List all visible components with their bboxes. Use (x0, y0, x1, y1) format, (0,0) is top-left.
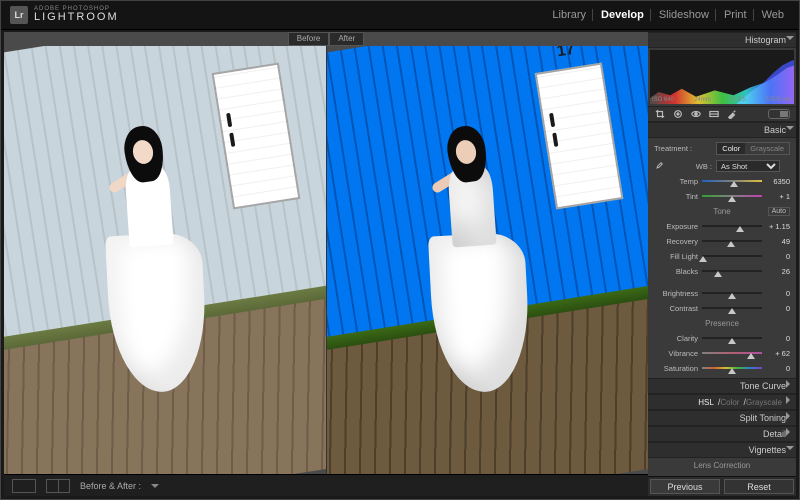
app-header: Lr ADOBE PHOTOSHOP LIGHTROOM Library Dev… (0, 0, 800, 30)
bottom-toolbar: Before & After : (4, 474, 648, 496)
grad-filter-icon[interactable] (708, 108, 720, 120)
canvas-area: Before After (4, 32, 648, 496)
detail-header[interactable]: Detail (648, 426, 796, 442)
tint-slider[interactable] (702, 192, 762, 200)
previous-button[interactable]: Previous (650, 479, 720, 494)
saturation-label: Saturation (654, 364, 698, 373)
module-slideshow[interactable]: Slideshow (653, 9, 716, 21)
redeye-tool-icon[interactable] (690, 108, 702, 120)
vibrance-label: Vibrance (654, 349, 698, 358)
module-library[interactable]: Library (546, 9, 593, 21)
histogram[interactable]: ISO 640 24mm f / 3.5 1/500 sec (650, 50, 794, 104)
chevron-down-icon (786, 36, 794, 44)
vignettes-header[interactable]: Vignettes (648, 442, 796, 458)
hsl-header[interactable]: HSL/Color/Grayscale (648, 394, 796, 410)
develop-right-panel: Histogram ISO 640 24mm f / 3.5 1/500 sec (648, 32, 796, 496)
chevron-down-icon (786, 446, 794, 454)
tint-value: + 1 (766, 192, 790, 201)
vignettes-panel: Lens Correction Amount- 29 Midpoint50 (648, 458, 796, 476)
basic-panel: Treatment : Color Grayscale WB : As Shot… (648, 138, 796, 378)
compare-view-button[interactable] (46, 479, 70, 493)
histogram-shutter: 1/500 sec (766, 97, 792, 103)
wb-preset-select[interactable]: As Shot (716, 160, 780, 172)
wb-eyedropper-icon[interactable] (654, 161, 664, 171)
blacks-label: Blacks (654, 267, 698, 276)
vibrance-slider[interactable] (702, 349, 762, 357)
tint-label: Tint (654, 192, 698, 201)
clarity-slider[interactable] (702, 334, 762, 342)
blacks-slider[interactable] (702, 267, 762, 275)
temp-value: 6350 (766, 177, 790, 186)
clarity-value: 0 (766, 334, 790, 343)
histogram-header[interactable]: Histogram (648, 32, 796, 48)
vibrance-value: + 62 (766, 349, 790, 358)
saturation-value: 0 (766, 364, 790, 373)
view-mode-label: Before & After : (80, 481, 141, 491)
histogram-aperture: f / 3.5 (731, 97, 746, 103)
temp-label: Temp (654, 177, 698, 186)
filllight-label: Fill Light (654, 252, 698, 261)
tone-curve-header[interactable]: Tone Curve (648, 378, 796, 394)
filllight-slider[interactable] (702, 252, 762, 260)
panel-switch-toggle[interactable] (768, 109, 790, 119)
wb-label: WB : (668, 162, 712, 171)
chevron-left-icon (786, 396, 794, 404)
app-logo: Lr (10, 6, 28, 24)
histogram-focal: 24mm (694, 97, 711, 103)
before-after-tabs: Before After (4, 32, 648, 46)
contrast-value: 0 (766, 304, 790, 313)
module-web[interactable]: Web (756, 9, 790, 21)
recovery-slider[interactable] (702, 237, 762, 245)
treatment-grayscale[interactable]: Grayscale (745, 143, 789, 154)
exposure-value: + 1.15 (766, 222, 790, 231)
adj-brush-icon[interactable] (726, 108, 738, 120)
reset-button[interactable]: Reset (724, 479, 794, 494)
brightness-value: 0 (766, 289, 790, 298)
before-tab[interactable]: Before (288, 32, 330, 46)
before-pane[interactable] (4, 46, 326, 474)
after-pane[interactable]: 17 (326, 46, 649, 474)
presence-group-title: Presence (654, 319, 790, 328)
clarity-label: Clarity (654, 334, 698, 343)
brightness-label: Brightness (654, 289, 698, 298)
chevron-left-icon (786, 412, 794, 420)
basic-header[interactable]: Basic (648, 122, 796, 138)
recovery-value: 49 (766, 237, 790, 246)
treatment-toggle: Color Grayscale (716, 142, 790, 155)
contrast-slider[interactable] (702, 304, 762, 312)
temp-slider[interactable] (702, 177, 762, 185)
brand: Lr ADOBE PHOTOSHOP LIGHTROOM (10, 6, 119, 24)
after-tab[interactable]: After (329, 32, 364, 46)
loupe-view-button[interactable] (12, 479, 36, 493)
module-develop[interactable]: Develop (595, 9, 651, 21)
split-toning-header[interactable]: Split Toning (648, 410, 796, 426)
lens-correction-title: Lens Correction (654, 461, 790, 470)
door-number: 17 (556, 46, 576, 61)
panel-footer: Previous Reset (648, 476, 796, 496)
brand-product: LIGHTROOM (34, 12, 119, 23)
contrast-label: Contrast (654, 304, 698, 313)
exposure-label: Exposure (654, 222, 698, 231)
brightness-slider[interactable] (702, 289, 762, 297)
crop-tool-icon[interactable] (654, 108, 666, 120)
spot-removal-icon[interactable] (672, 108, 684, 120)
chevron-down-icon (786, 126, 794, 134)
blacks-value: 26 (766, 267, 790, 276)
recovery-label: Recovery (654, 237, 698, 246)
chevron-left-icon (786, 380, 794, 388)
treatment-label: Treatment : (654, 144, 692, 153)
view-mode-dropdown-icon[interactable] (151, 484, 159, 492)
module-print[interactable]: Print (718, 9, 754, 21)
filllight-value: 0 (766, 252, 790, 261)
exposure-slider[interactable] (702, 222, 762, 230)
tool-strip (648, 106, 796, 122)
histogram-iso: ISO 640 (652, 97, 674, 103)
saturation-slider[interactable] (702, 364, 762, 372)
chevron-left-icon (786, 428, 794, 436)
treatment-color[interactable]: Color (717, 143, 745, 154)
tone-group-title: Tone Auto (654, 207, 790, 216)
auto-tone-button[interactable]: Auto (768, 207, 790, 216)
module-tabs: Library Develop Slideshow Print Web (546, 9, 790, 21)
